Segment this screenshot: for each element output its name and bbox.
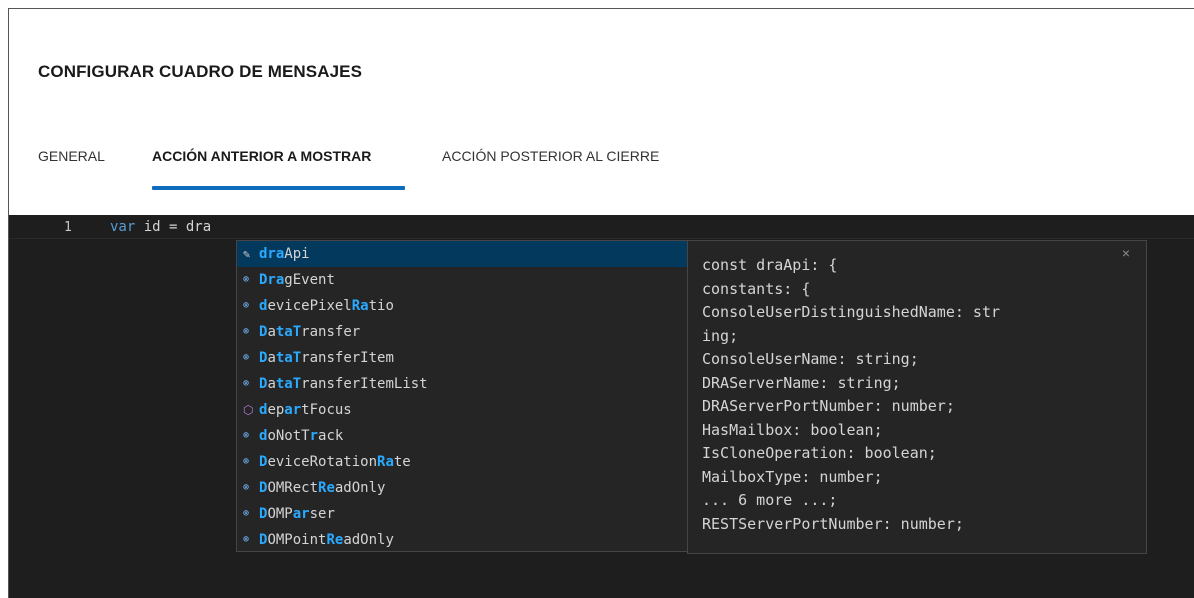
suggestion-match-text: Ra [377, 454, 394, 470]
suggestion-text: adOnly [334, 480, 386, 496]
variable-icon: ⊚ [243, 508, 250, 519]
suggestion-text: te [393, 454, 411, 470]
variable-icon: ⊚ [243, 326, 250, 337]
suggestion-item[interactable]: ⊚ DataTransferItemList [237, 371, 687, 397]
variable-icon: ⊚ [243, 456, 250, 467]
tab-accion-anterior[interactable]: ACCIÓN ANTERIOR A MOSTRAR [152, 148, 371, 164]
suggestion-item[interactable]: ⊚ DOMRectReadOnly [237, 475, 687, 501]
suggestion-match-text: taT [275, 324, 302, 340]
details-line: ing; [702, 326, 739, 345]
suggestion-item[interactable]: ⊚ doNotTrack [237, 423, 687, 449]
suggestion-item[interactable]: ⊚ DragEvent [237, 267, 687, 293]
code-keyword: var [110, 219, 136, 235]
details-line: constants: { [702, 279, 811, 298]
suggestion-text: ransferItem [301, 350, 394, 366]
suggestion-item[interactable]: ⊚ DataTransferItem [237, 345, 687, 371]
details-line: HasMailbox: boolean; [702, 420, 883, 439]
suggestion-match-text: Dra [259, 272, 285, 288]
variable-icon: ⊚ [243, 482, 250, 493]
suggestion-item[interactable]: ⊚ DOMPointReadOnly [237, 527, 687, 551]
details-line: MailboxType: number; [702, 467, 883, 486]
suggestion-text: OMRect [267, 480, 319, 496]
suggestion-text: a [267, 350, 276, 366]
suggestion-text: eviceRotation [267, 454, 378, 470]
suggestion-list[interactable]: ✎ draApi ⊚ DragEvent ⊚ devicePixelRatio ⊚ DataT… [236, 240, 688, 552]
suggestion-text: tFocus [301, 402, 352, 418]
line-number: 1 [64, 220, 72, 235]
details-line: const draApi: { [702, 256, 838, 274]
suggestion-match-text: dra [259, 246, 285, 262]
suggestion-text: OMPoint [267, 532, 327, 548]
method-icon: ⬡ [243, 403, 254, 417]
suggestion-match-text: ar [292, 506, 310, 522]
details-line: ConsoleUserName: string; [702, 350, 919, 368]
suggestion-text: OMP [267, 506, 293, 522]
suggestion-text: ransferItemList [301, 376, 428, 392]
variable-icon: ⊚ [243, 352, 250, 363]
suggestion-text: gEvent [284, 272, 335, 288]
suggestion-match-text: taT [275, 350, 302, 366]
suggestion-text: ser [309, 506, 335, 522]
suggestion-item[interactable]: ⊚ DataTransfer [237, 319, 687, 345]
suggestion-item[interactable]: ✎ draApi [237, 241, 687, 267]
suggestion-text: oNotT [267, 428, 310, 444]
suggestion-text: ack [318, 428, 344, 444]
suggestion-item[interactable]: ⊚ DOMParser [237, 501, 687, 527]
suggestion-text: ep [267, 402, 285, 418]
details-line: IsCloneOperation: boolean; [702, 444, 937, 462]
suggestion-details: × const draApi: {constants: {ConsoleUser… [687, 240, 1147, 554]
suggestion-match-text: Re [318, 480, 335, 496]
suggestion-text: Api [284, 246, 310, 262]
suggestion-item[interactable]: ⬡ departFocus [237, 397, 687, 423]
suggestion-match-text: Re [326, 532, 344, 548]
details-line: ... 6 more ...; [702, 491, 838, 509]
suggestion-text: a [267, 324, 276, 340]
suggestion-item[interactable]: ⊚ DeviceRotationRate [237, 449, 687, 475]
code-line[interactable]: var id = dra [110, 219, 211, 235]
suggestion-text: a [267, 376, 276, 392]
details-line: RESTServerPortNumber: number; [702, 514, 964, 533]
suggestion-text: adOnly [343, 532, 394, 548]
tab-accion-posterior[interactable]: ACCIÓN POSTERIOR AL CIERRE [442, 148, 659, 164]
suggestion-match-text: r [309, 428, 319, 444]
wrench-icon: ✎ [243, 247, 251, 261]
details-line: DRAServerPortNumber: number; [702, 397, 955, 415]
suggestion-item[interactable]: ⊚ devicePixelRatio [237, 293, 687, 319]
dialog-title: CONFIGURAR CUADRO DE MENSAJES [38, 62, 363, 81]
details-line: ConsoleUserDistinguishedName: str [702, 303, 1001, 321]
variable-icon: ⊚ [243, 378, 250, 389]
variable-icon: ⊚ [243, 534, 250, 545]
details-text: const draApi: { constants: { ConsoleUserDi… [702, 254, 1132, 536]
suggestion-text: evicePixel [267, 298, 352, 314]
code-text: id = dra [135, 219, 212, 235]
variable-icon: ⊚ [243, 430, 250, 441]
suggestion-text: tio [368, 298, 394, 314]
variable-icon: ⊚ [243, 274, 250, 285]
tab-general[interactable]: GENERAL [38, 148, 105, 164]
suggestion-match-text: taT [275, 376, 302, 392]
active-tab-indicator [152, 186, 405, 190]
suggestion-match-text: Ra [351, 298, 369, 314]
variable-icon: ⊚ [243, 300, 250, 311]
suggestion-match-text: ar [284, 402, 302, 418]
suggestion-text: ransfer [301, 324, 361, 340]
details-line: DRAServerName: string; [702, 373, 901, 392]
